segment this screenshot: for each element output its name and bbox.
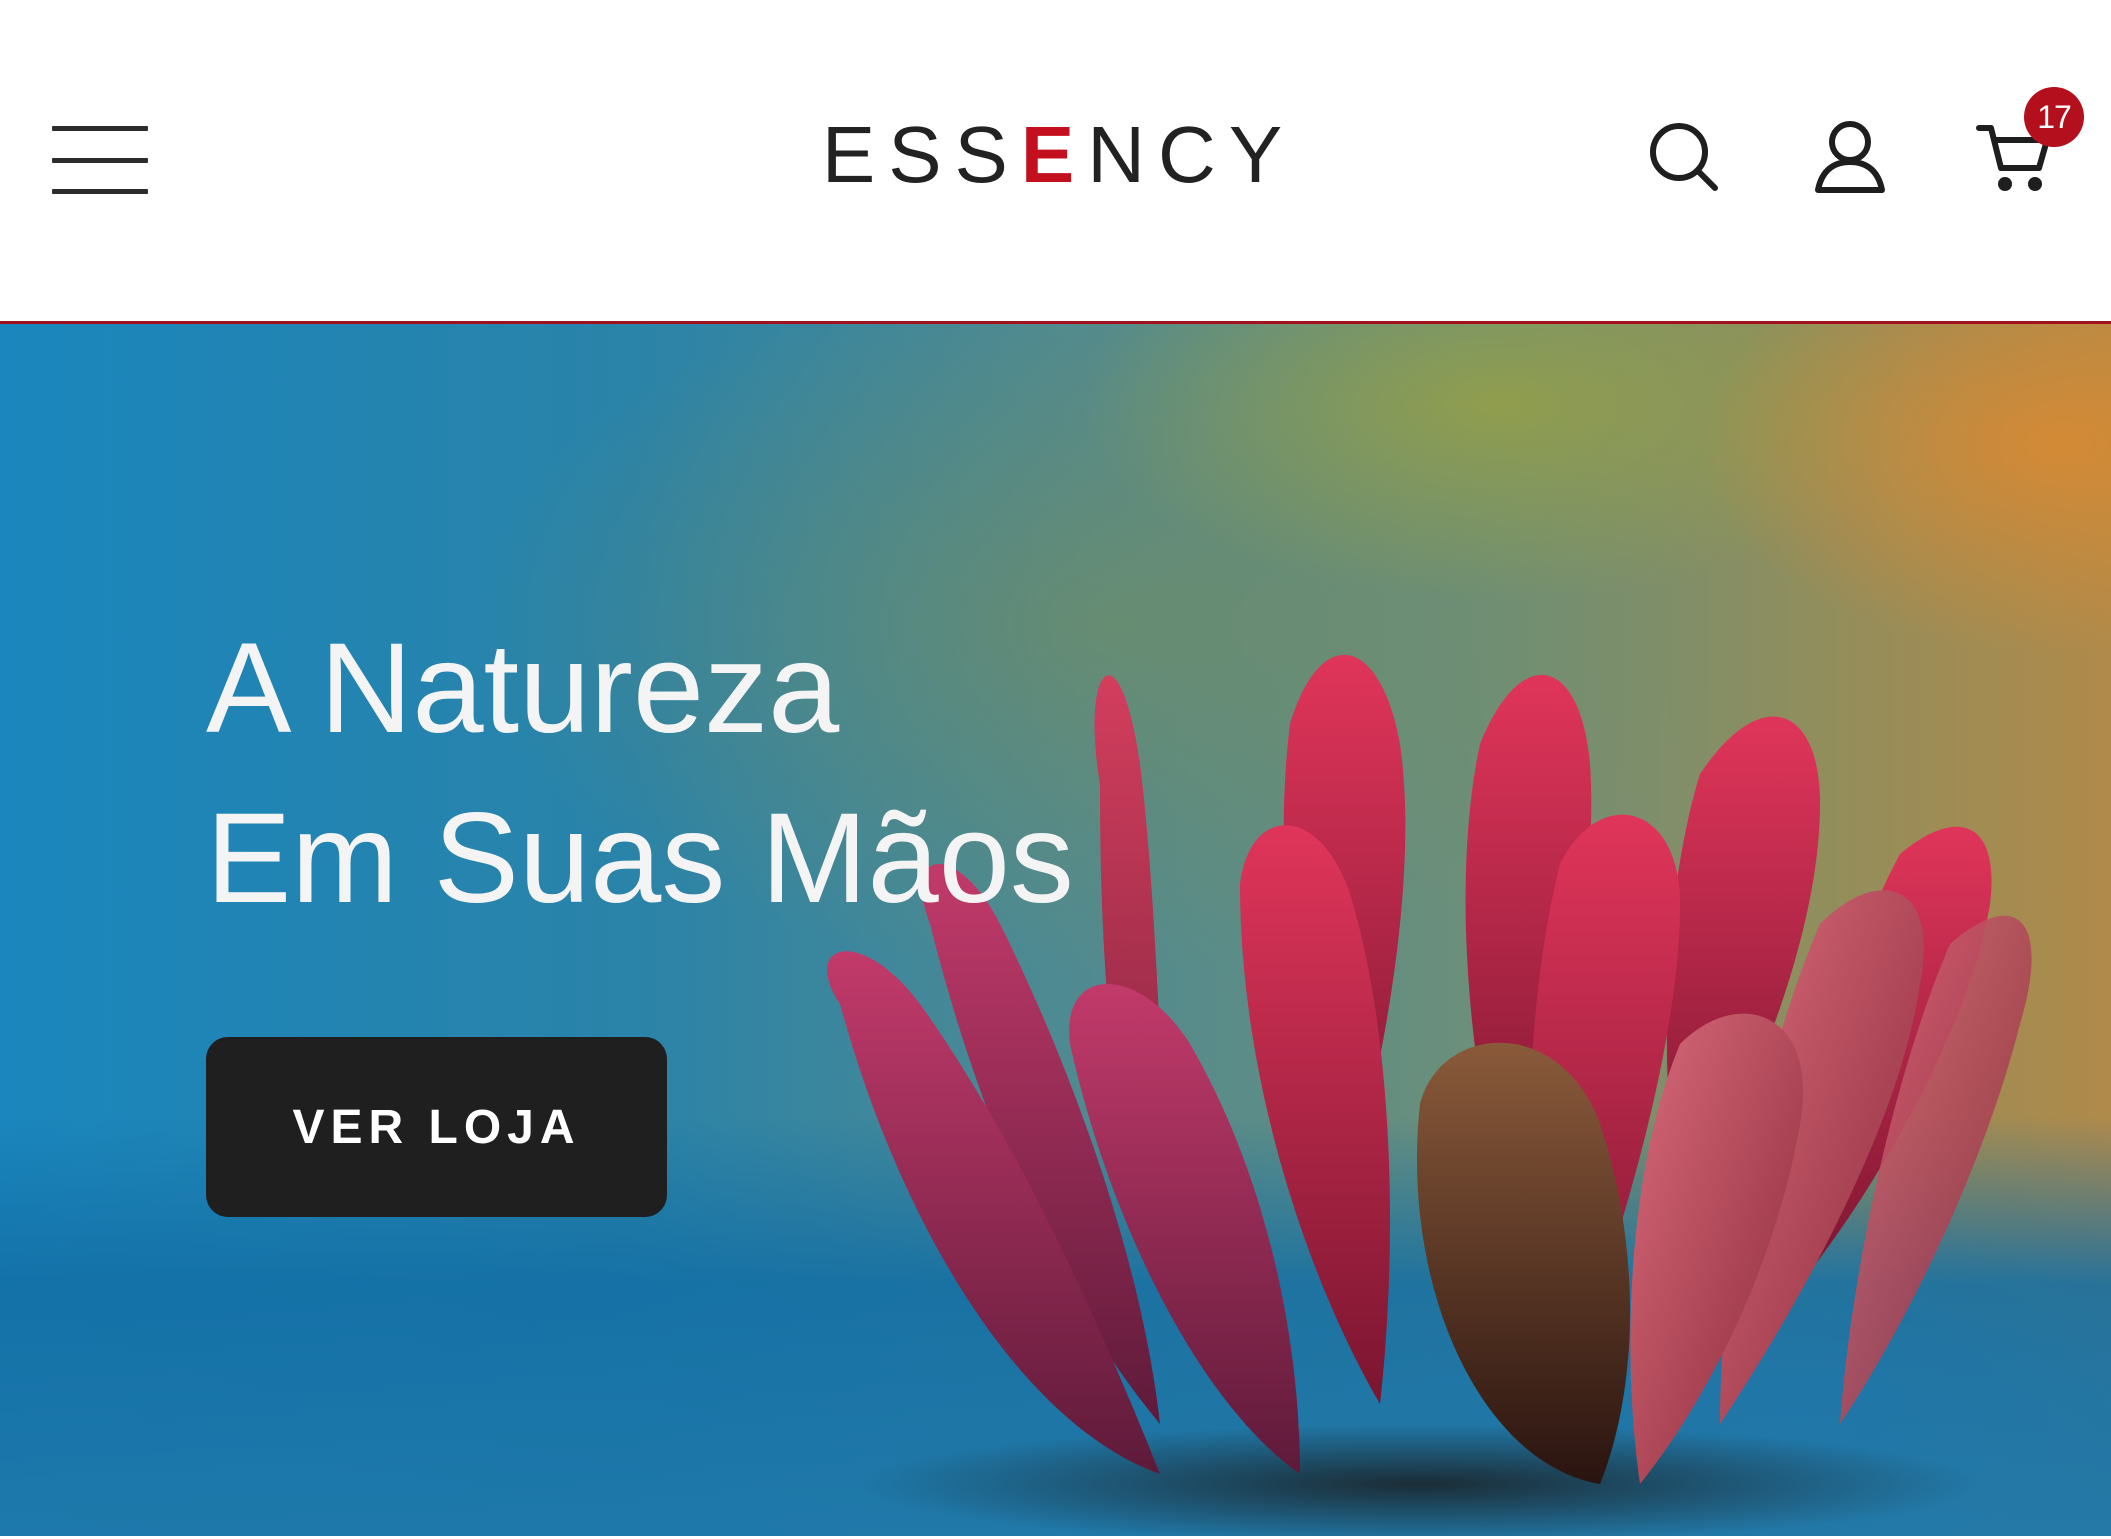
site-header: ESSENCY 17 [0,0,2111,324]
hero-headline-line-2: Em Suas Mãos [206,787,1074,930]
search-icon[interactable] [1643,116,1723,196]
logo-text-start: ESS [821,110,1021,199]
page: ESSENCY 17 A Natureza Em Suas Mãos VER L… [0,0,2111,1539]
hero-headline-line-1: A Natureza [206,617,840,760]
hero-banner: A Natureza Em Suas Mãos VER LOJA [0,324,2111,1536]
brand-logo[interactable]: ESSENCY [0,110,2111,200]
ver-loja-button[interactable]: VER LOJA [206,1037,667,1217]
cart-count-badge: 17 [2024,87,2084,147]
logo-accent-letter: E [1020,110,1088,199]
logo-text-end: NCY [1087,110,1296,199]
user-icon[interactable] [1810,116,1890,196]
hero-headline: A Natureza Em Suas Mãos [206,604,1074,944]
